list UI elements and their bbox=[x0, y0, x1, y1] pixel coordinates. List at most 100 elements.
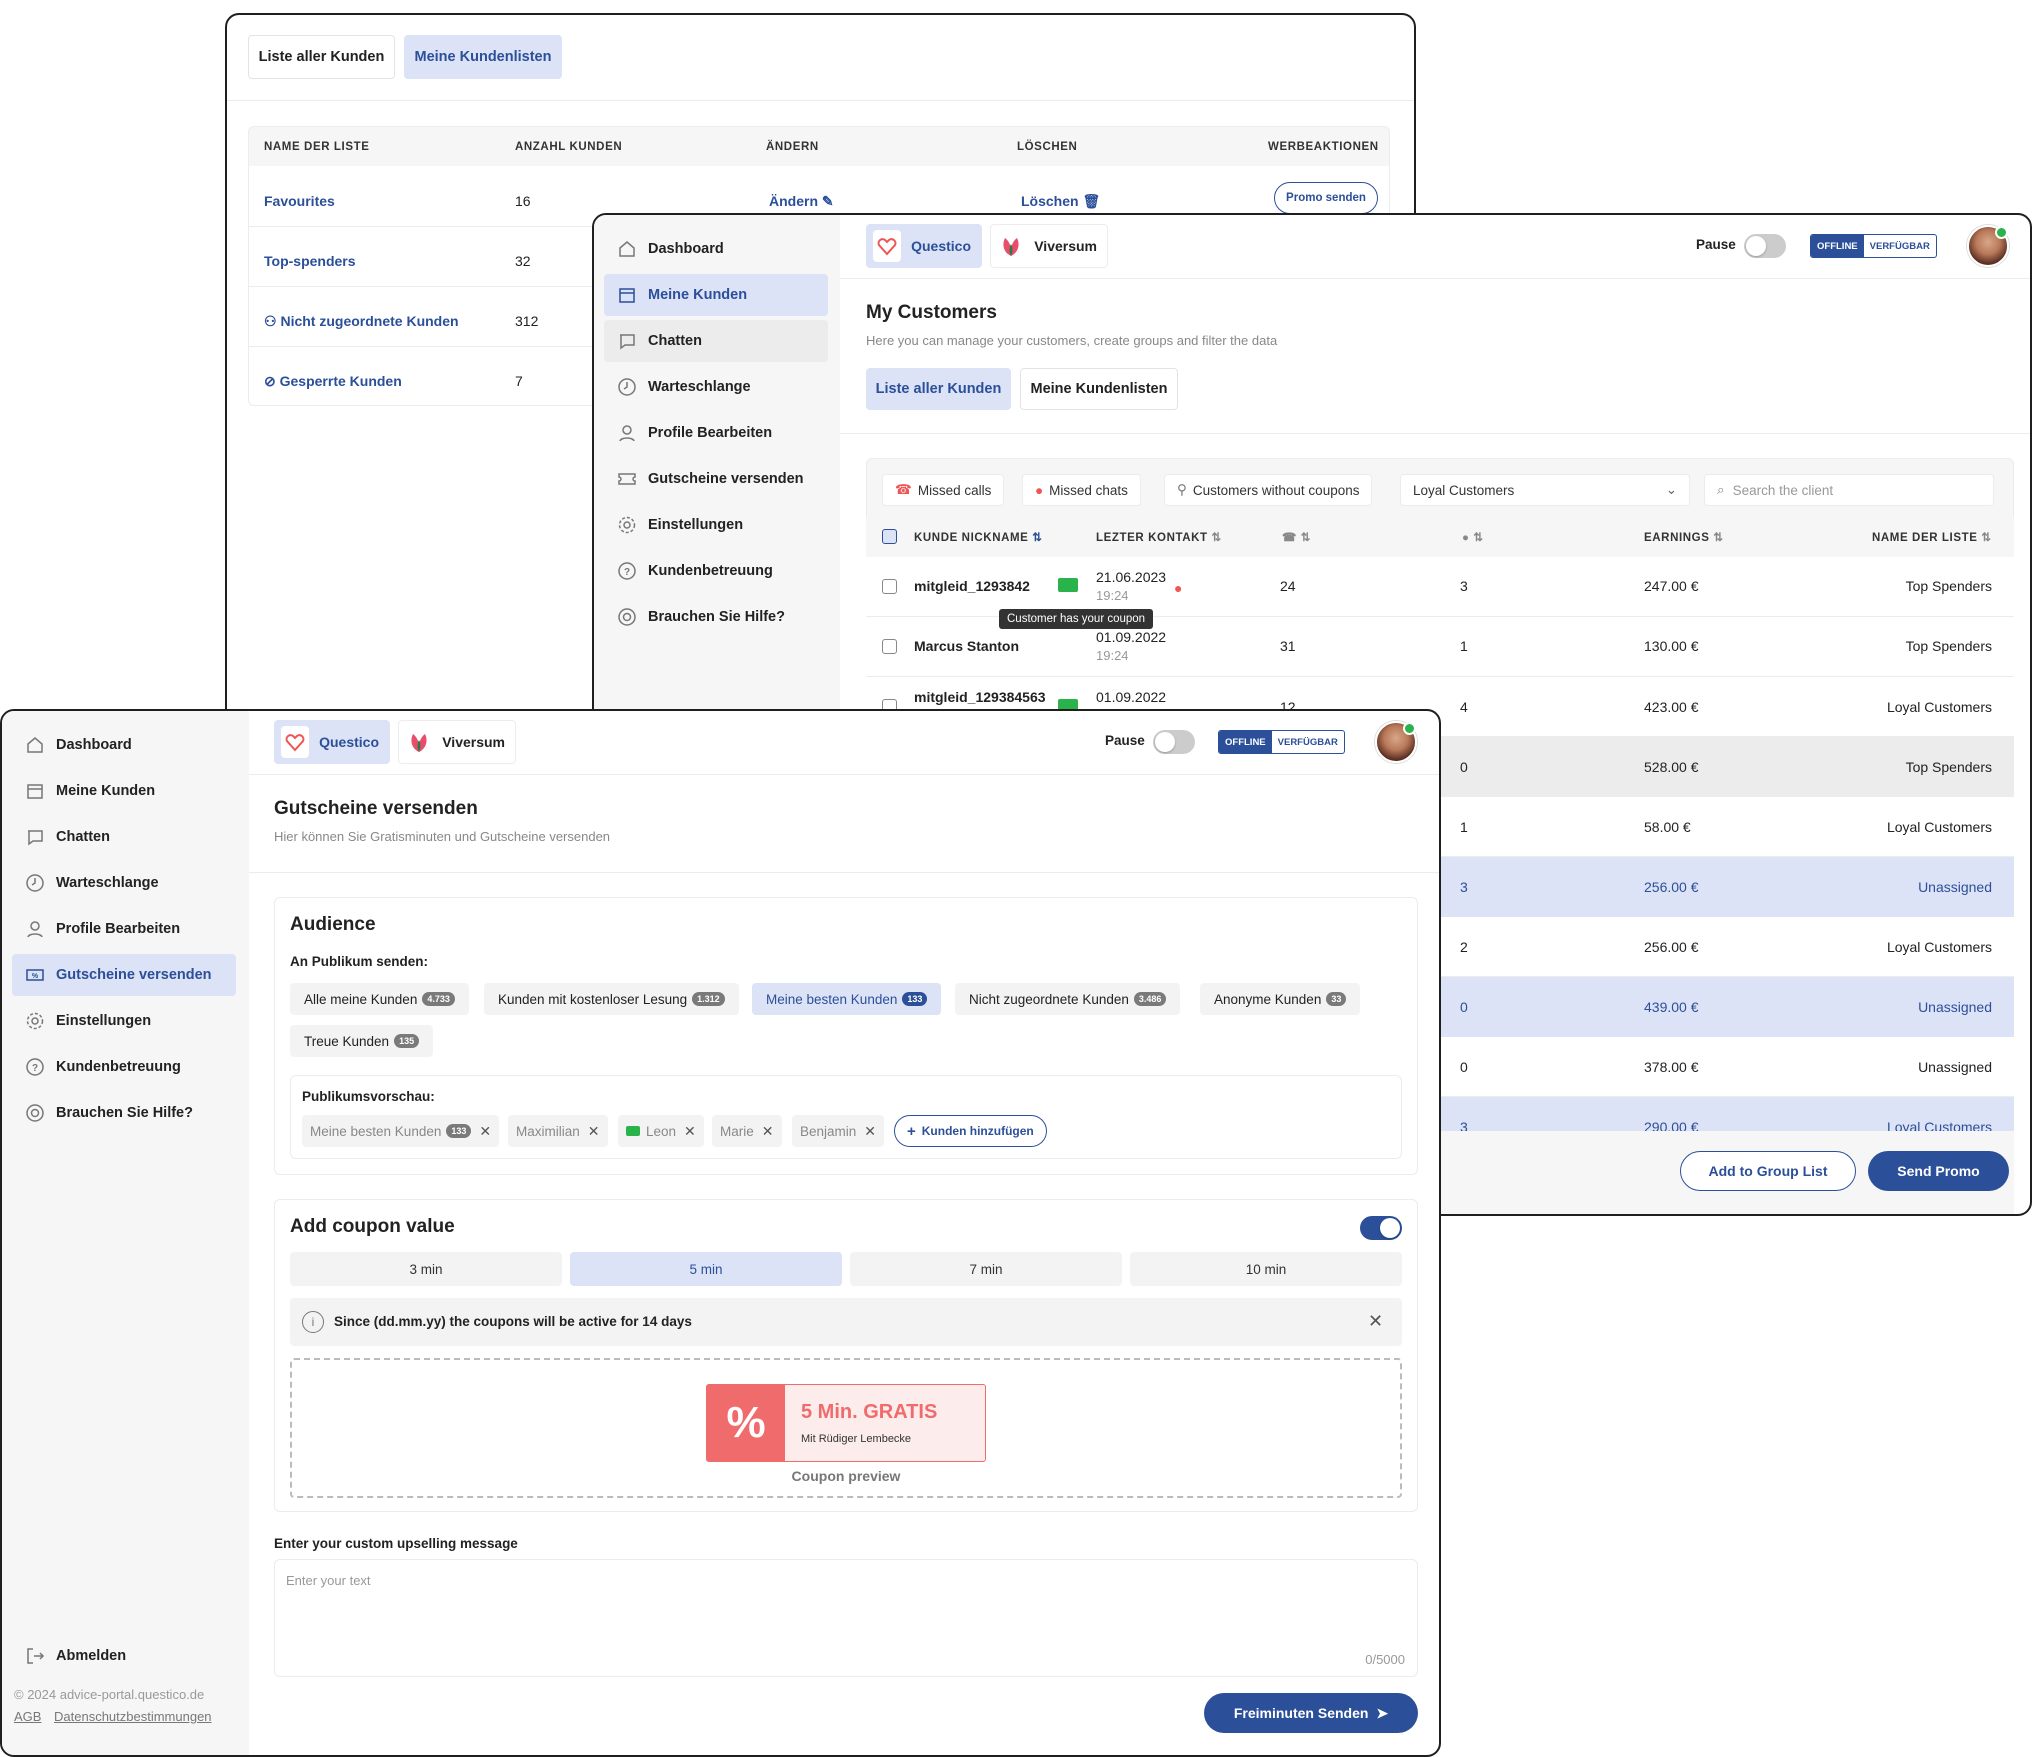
tab-all-customers[interactable]: Liste aller Kunden bbox=[866, 368, 1011, 410]
nav-dashboard[interactable]: Dashboard bbox=[12, 724, 236, 766]
nav-chat[interactable]: Chatten bbox=[12, 816, 236, 858]
coupon-ticket: % 5 Min. GRATIS Mit Rüdiger Lembecke bbox=[706, 1384, 986, 1462]
tab-my-lists[interactable]: Meine Kundenlisten bbox=[404, 35, 562, 79]
brand-viversum[interactable]: Viversum bbox=[990, 224, 1108, 268]
preview-chip-best[interactable]: Meine besten Kunden 133 ✕ bbox=[302, 1115, 500, 1147]
nav-settings[interactable]: Einstellungen bbox=[604, 504, 828, 546]
viversum-logo-icon bbox=[997, 230, 1025, 262]
close-icon[interactable]: ✕ bbox=[588, 1123, 600, 1140]
avatar[interactable] bbox=[1375, 721, 1417, 763]
availability-switch[interactable]: OFFLINE VERFÜGBAR bbox=[1218, 730, 1345, 754]
search-input[interactable]: ⌕ Search the client bbox=[1704, 474, 1994, 506]
list-name-unassigned[interactable]: ⚇ Nicht zugeordnete Kunden bbox=[264, 313, 459, 330]
coupon-option-3[interactable]: 3 min bbox=[290, 1252, 562, 1286]
customer-nick[interactable]: Marcus Stanton bbox=[914, 638, 1019, 654]
close-icon[interactable]: ✕ bbox=[684, 1123, 696, 1140]
list-select[interactable]: Loyal Customers ⌄ bbox=[1400, 474, 1690, 506]
user-icon bbox=[24, 918, 46, 940]
audience-chip-free-reading[interactable]: Kunden mit kostenloser Lesung 1.312 bbox=[484, 983, 739, 1015]
close-icon[interactable]: ✕ bbox=[864, 1123, 876, 1140]
brand-viversum[interactable]: Viversum bbox=[398, 720, 516, 764]
status-available[interactable]: VERFÜGBAR bbox=[1272, 731, 1344, 753]
list-name-label: Gesperrte Kunden bbox=[279, 373, 402, 389]
close-icon[interactable]: ✕ bbox=[479, 1123, 491, 1140]
delete-link[interactable]: Löschen 🗑 bbox=[1021, 193, 1100, 210]
col-chats[interactable]: ● ⇅ bbox=[1462, 530, 1484, 544]
brand-questico[interactable]: Questico bbox=[274, 720, 390, 764]
nav-help[interactable]: Brauchen Sie Hilfe? bbox=[12, 1092, 236, 1134]
avatar[interactable] bbox=[1967, 225, 2009, 267]
edit-link[interactable]: Ändern ✎ bbox=[769, 193, 834, 210]
audience-chip-loyal[interactable]: Treue Kunden 135 bbox=[290, 1025, 434, 1057]
char-counter: 0/5000 bbox=[1365, 1652, 1405, 1667]
nav-queue[interactable]: Warteschlange bbox=[12, 862, 236, 904]
filter-without-coupons[interactable]: ⚲ Customers without coupons bbox=[1164, 474, 1373, 506]
earnings-value: 256.00 € bbox=[1644, 939, 1699, 955]
list-name-top-spenders[interactable]: Top-spenders bbox=[264, 253, 356, 269]
list-name-favourites[interactable]: Favourites bbox=[264, 193, 335, 209]
col-calls[interactable]: ☎ ⇅ bbox=[1282, 530, 1311, 544]
col-earnings[interactable]: EARNINGS ⇅ bbox=[1644, 530, 1724, 544]
tab-my-lists[interactable]: Meine Kundenlisten bbox=[1020, 368, 1178, 410]
status-offline[interactable]: OFFLINE bbox=[1811, 235, 1864, 257]
message-textarea[interactable] bbox=[274, 1559, 1418, 1677]
audience-chip-anonymous[interactable]: Anonyme Kunden 33 bbox=[1200, 983, 1361, 1015]
row-checkbox[interactable] bbox=[882, 579, 897, 594]
coupon-toggle[interactable] bbox=[1360, 1216, 1402, 1240]
preview-chip-marie[interactable]: Marie ✕ bbox=[712, 1115, 782, 1147]
coupon-option-10[interactable]: 10 min bbox=[1130, 1252, 1402, 1286]
row-checkbox[interactable] bbox=[882, 639, 897, 654]
send-promo-button[interactable]: Send Promo bbox=[1868, 1151, 2009, 1191]
preview-chip-benjamin[interactable]: Benjamin ✕ bbox=[792, 1115, 885, 1147]
send-free-minutes-button[interactable]: Freiminuten Senden ➤ bbox=[1204, 1693, 1418, 1733]
list-name-blocked[interactable]: ⊘ Gesperrte Kunden bbox=[264, 373, 402, 390]
pause-toggle[interactable] bbox=[1744, 234, 1786, 258]
status-offline[interactable]: OFFLINE bbox=[1219, 731, 1272, 753]
preview-chip-leon[interactable]: Leon ✕ bbox=[618, 1115, 704, 1147]
nav-vouchers[interactable]: % Gutscheine versenden bbox=[12, 954, 236, 996]
customer-nick[interactable]: mitgleid_129384563 bbox=[914, 689, 1046, 705]
agb-link[interactable]: AGB bbox=[14, 1709, 41, 1724]
preview-chip-maximilian[interactable]: Maximilian ✕ bbox=[508, 1115, 608, 1147]
nav-support[interactable]: ? Kundenbetreuung bbox=[604, 550, 828, 592]
customer-nick[interactable]: mitgleid_1293842 bbox=[914, 578, 1030, 594]
audience-chip-all[interactable]: Alle meine Kunden 4.733 bbox=[290, 983, 469, 1015]
nav-profile[interactable]: Profile Bearbeiten bbox=[604, 412, 828, 454]
nav-chat[interactable]: Chatten bbox=[604, 320, 828, 362]
nav-label: Einstellungen bbox=[56, 1013, 152, 1029]
audience-chip-best[interactable]: Meine besten Kunden 133 bbox=[752, 983, 942, 1015]
logout-button[interactable]: Abmelden bbox=[12, 1635, 236, 1677]
nav-support[interactable]: ? Kundenbetreuung bbox=[12, 1046, 236, 1088]
col-list[interactable]: NAME DER LISTE ⇅ bbox=[1872, 530, 1992, 544]
tab-all-customers[interactable]: Liste aller Kunden bbox=[248, 35, 395, 79]
col-contact[interactable]: LEZTER KONTAKT ⇅ bbox=[1096, 530, 1222, 544]
filter-missed-chats[interactable]: ● Missed chats bbox=[1022, 474, 1141, 506]
close-icon[interactable]: ✕ bbox=[1368, 1311, 1383, 1332]
pause-toggle[interactable] bbox=[1153, 730, 1195, 754]
table-row[interactable] bbox=[866, 557, 2014, 617]
coupon-option-7[interactable]: 7 min bbox=[850, 1252, 1122, 1286]
nav-customers[interactable]: Meine Kunden bbox=[604, 274, 828, 316]
close-icon[interactable]: ✕ bbox=[762, 1123, 774, 1140]
privacy-link[interactable]: Datenschutzbestimmungen bbox=[54, 1709, 212, 1724]
brand-questico[interactable]: Questico bbox=[866, 224, 982, 268]
svg-text:?: ? bbox=[32, 1063, 38, 1074]
col-nick[interactable]: KUNDE NICKNAME ⇅ bbox=[914, 530, 1043, 544]
nav-profile[interactable]: Profile Bearbeiten bbox=[12, 908, 236, 950]
status-available[interactable]: VERFÜGBAR bbox=[1864, 235, 1936, 257]
nav-queue[interactable]: Warteschlange bbox=[604, 366, 828, 408]
nav-vouchers[interactable]: Gutscheine versenden bbox=[604, 458, 828, 500]
select-all-checkbox[interactable] bbox=[882, 529, 897, 544]
filter-missed-calls[interactable]: ☎ Missed calls bbox=[882, 474, 1005, 506]
coupon-option-5[interactable]: 5 min bbox=[570, 1252, 842, 1286]
nav-settings[interactable]: Einstellungen bbox=[12, 1000, 236, 1042]
add-customers-button[interactable]: + Kunden hinzufügen bbox=[894, 1115, 1047, 1147]
add-to-group-button[interactable]: Add to Group List bbox=[1680, 1151, 1856, 1191]
promo-send-button[interactable]: Promo senden bbox=[1274, 182, 1378, 214]
nav-dashboard[interactable]: Dashboard bbox=[604, 228, 828, 270]
availability-switch[interactable]: OFFLINE VERFÜGBAR bbox=[1810, 234, 1937, 258]
button-label: Kunden hinzufügen bbox=[921, 1124, 1034, 1138]
audience-chip-unassigned[interactable]: Nicht zugeordnete Kunden 3.486 bbox=[955, 983, 1181, 1015]
nav-help[interactable]: Brauchen Sie Hilfe? bbox=[604, 596, 828, 638]
nav-customers[interactable]: Meine Kunden bbox=[12, 770, 236, 812]
